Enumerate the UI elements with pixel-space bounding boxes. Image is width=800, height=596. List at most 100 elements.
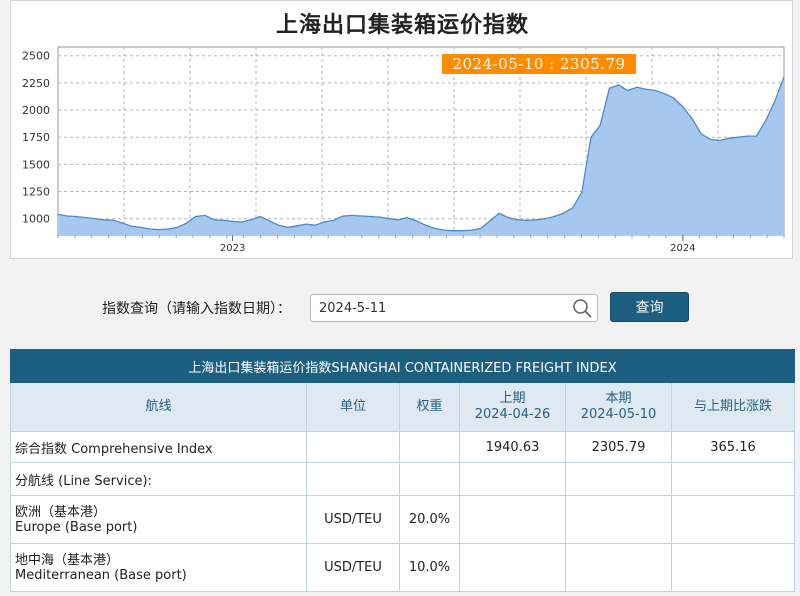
data-point <box>443 229 445 231</box>
query-bar: 指数查询（请输入指数日期）： 查询 <box>0 290 800 324</box>
index-table: 上海出口集装箱运价指数SHANGHAI CONTAINERIZED FREIGH… <box>9 349 796 592</box>
empty-cell <box>565 495 672 544</box>
data-point <box>746 135 748 137</box>
data-point <box>636 86 638 88</box>
data-point <box>572 207 574 209</box>
composite-current: 2305.79 <box>565 431 672 463</box>
data-point <box>507 217 509 219</box>
chart-panel: 1000 1250 1500 1750 2000 2250 2500 2023 2024 上海出… <box>10 0 793 259</box>
route-name-cn: 地中海（基本港） <box>15 552 120 568</box>
empty-cell <box>670 495 796 544</box>
search-icon[interactable] <box>572 298 592 318</box>
data-point <box>149 228 151 230</box>
date-input-wrapper[interactable] <box>310 294 598 322</box>
data-point <box>397 219 399 221</box>
route-name-en: Mediterranean (Base port) <box>15 567 187 583</box>
data-point <box>783 76 785 78</box>
data-point <box>323 221 326 223</box>
data-point <box>360 215 362 217</box>
data-point <box>544 218 546 220</box>
header-previous-date: 2024-04-26 <box>474 407 551 422</box>
data-point <box>728 137 730 139</box>
empty-cell <box>565 462 672 496</box>
header-change: 与上期比涨跌 <box>670 382 796 432</box>
data-point <box>314 224 316 226</box>
data-point <box>232 220 234 222</box>
chart-tooltip: 2024-05-10 : 2305.79 <box>442 54 636 74</box>
data-point <box>241 221 243 223</box>
y-tick-label: 2250 <box>22 77 50 90</box>
data-point <box>195 215 197 218</box>
query-button[interactable]: 查询 <box>610 292 689 322</box>
data-point <box>562 212 565 214</box>
data-point <box>66 215 68 217</box>
table-row: 欧洲（基本港） Europe (Base port) USD/TEU 20.0% <box>10 495 796 544</box>
data-point <box>94 218 96 220</box>
data-point <box>305 223 307 225</box>
empty-cell <box>670 462 796 496</box>
y-tick-label: 1250 <box>22 186 50 199</box>
route-weight: 20.0% <box>399 495 460 544</box>
data-point <box>176 226 179 228</box>
data-point <box>709 138 712 140</box>
data-point <box>654 89 656 92</box>
y-tick-label: 2500 <box>22 50 50 63</box>
data-point <box>663 93 666 95</box>
data-point <box>259 215 261 218</box>
data-point <box>167 228 169 230</box>
data-point <box>379 216 381 218</box>
data-point <box>287 226 289 228</box>
empty-cell <box>459 495 566 544</box>
empty-cell <box>399 462 460 496</box>
data-point <box>296 225 298 227</box>
route-name-en: Europe (Base port) <box>15 519 138 535</box>
data-point <box>489 220 491 222</box>
data-point <box>461 230 463 232</box>
x-tick-label: 2023 <box>220 243 245 254</box>
route-unit: USD/TEU <box>306 495 400 544</box>
data-point <box>112 219 114 221</box>
data-point <box>140 226 142 228</box>
data-point <box>645 88 647 90</box>
table-header-row: 航线 单位 权重 上期 2024-04-26 本期 2024-05-10 与上期… <box>10 382 796 432</box>
route-name-cn: 欧洲（基本港） <box>15 504 107 520</box>
empty-cell <box>670 543 796 592</box>
data-point <box>158 229 160 231</box>
data-point <box>222 219 224 221</box>
data-point <box>755 135 758 137</box>
data-point <box>516 219 519 221</box>
header-route: 航线 <box>10 382 307 432</box>
y-tick-label: 2000 <box>22 104 50 117</box>
route-unit: USD/TEU <box>306 543 400 592</box>
x-tick-label: 2024 <box>670 243 695 254</box>
route-name: 欧洲（基本港） Europe (Base port) <box>10 495 307 544</box>
data-point <box>369 215 372 218</box>
data-point <box>85 217 87 219</box>
data-point <box>103 219 105 221</box>
data-point <box>608 87 611 89</box>
data-point <box>186 222 188 224</box>
data-point <box>342 215 344 217</box>
data-point <box>553 215 555 218</box>
data-point <box>765 120 767 122</box>
empty-cell <box>459 543 566 592</box>
data-point <box>673 97 675 99</box>
header-current-date: 2024-05-10 <box>580 407 657 422</box>
data-point <box>388 218 390 220</box>
y-tick-label: 1750 <box>22 131 50 144</box>
data-point <box>434 227 436 230</box>
data-point <box>121 222 123 224</box>
data-point <box>498 212 500 214</box>
line-service-label: 分航线 (Line Service): <box>10 462 307 496</box>
data-point <box>719 139 721 142</box>
data-point <box>700 133 702 135</box>
date-input[interactable] <box>319 295 569 321</box>
empty-cell <box>306 462 400 496</box>
data-point <box>75 215 77 218</box>
data-point <box>581 192 583 194</box>
header-previous-label: 上期 <box>499 391 526 406</box>
composite-weight <box>399 431 460 463</box>
data-point <box>130 225 133 227</box>
route-weight: 10.0% <box>399 543 460 592</box>
table-caption-row: 上海出口集装箱运价指数SHANGHAI CONTAINERIZED FREIGH… <box>9 349 796 383</box>
